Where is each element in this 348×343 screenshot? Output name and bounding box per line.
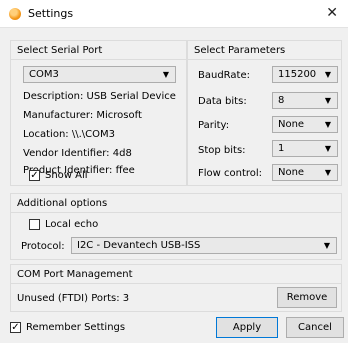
data-bits-label: Data bits: [198,96,247,107]
additional-options-group: Additional options Local echo Protocol: … [10,193,342,260]
title-bar: Settings ✕ [0,0,348,28]
serial-port-value: COM3 [29,69,59,80]
flow-control-select[interactable]: None ▼ [272,164,338,181]
window-title: Settings [28,7,74,20]
data-bits-value: 8 [278,95,285,106]
unused-ports-text: Unused (FTDI) Ports: 3 [17,293,130,304]
remember-settings-checkbox[interactable]: ✓ [10,322,21,333]
parameters-group: Select Parameters BaudRate: 115200 ▼ Dat… [187,40,342,186]
show-all-label: Show All [45,170,88,181]
flow-control-value: None [278,167,305,178]
chevron-down-icon: ▼ [324,168,331,177]
com-management-group: COM Port Management Unused (FTDI) Ports:… [10,264,342,312]
close-icon[interactable]: ✕ [326,5,338,21]
stop-bits-value: 1 [278,143,285,154]
additional-options-title: Additional options [17,198,108,209]
remember-settings-label: Remember Settings [26,322,126,333]
parity-select[interactable]: None ▼ [272,116,338,133]
chevron-down-icon: ▼ [324,96,331,105]
port-description: Description: USB Serial Device [23,91,176,102]
remove-button[interactable]: Remove [277,287,337,308]
serial-port-group: Select Serial Port COM3 ▼ Description: U… [10,40,187,186]
protocol-label: Protocol: [21,241,65,252]
local-echo-checkbox[interactable] [29,219,40,230]
com-management-divider [11,283,341,284]
port-vendor-id: Vendor Identifier: 4d8 [23,148,132,159]
flow-control-label: Flow control: [198,168,263,179]
serial-port-divider [11,59,186,60]
parameters-divider [188,59,341,60]
app-icon [9,8,21,20]
com-management-title: COM Port Management [17,269,133,280]
chevron-down-icon: ▼ [324,70,331,79]
protocol-select[interactable]: I2C - Devantech USB-ISS ▼ [71,237,337,254]
stop-bits-label: Stop bits: [198,145,246,156]
chevron-down-icon: ▼ [324,120,331,129]
baudrate-value: 115200 [278,69,317,80]
serial-port-select[interactable]: COM3 ▼ [23,66,176,83]
port-manufacturer: Manufacturer: Microsoft [23,110,142,121]
parity-value: None [278,119,305,130]
apply-button[interactable]: Apply [216,317,278,338]
data-bits-select[interactable]: 8 ▼ [272,92,338,109]
chevron-down-icon: ▼ [324,144,331,153]
local-echo-label: Local echo [45,219,99,230]
parameters-group-title: Select Parameters [194,45,286,56]
chevron-down-icon: ▼ [162,70,169,79]
parity-label: Parity: [198,120,230,131]
serial-port-group-title: Select Serial Port [17,45,103,56]
additional-options-divider [11,212,341,213]
port-location: Location: \\.\COM3 [23,129,115,140]
baudrate-label: BaudRate: [198,70,250,81]
stop-bits-select[interactable]: 1 ▼ [272,140,338,157]
cancel-button[interactable]: Cancel [286,317,344,338]
show-all-checkbox[interactable]: ✓ [29,170,40,181]
chevron-down-icon: ▼ [323,241,330,250]
protocol-value: I2C - Devantech USB-ISS [77,240,201,251]
baudrate-select[interactable]: 115200 ▼ [272,66,338,83]
